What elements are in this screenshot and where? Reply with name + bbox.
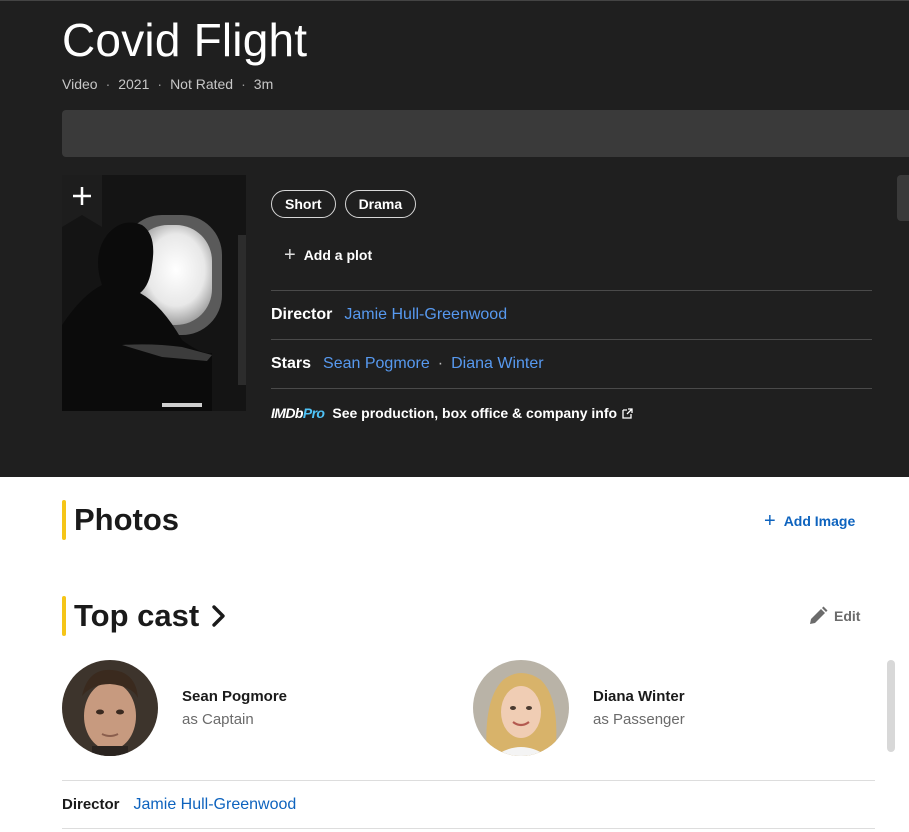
hero-section: Covid Flight Video · 2021 · Not Rated · … <box>0 0 909 477</box>
director-link[interactable]: Jamie Hull-Greenwood <box>134 796 297 814</box>
genre-chip-drama[interactable]: Drama <box>344 190 417 218</box>
cast-name[interactable]: Sean Pogmore <box>182 688 287 705</box>
page-title: Covid Flight <box>62 14 308 66</box>
director-link[interactable]: Jamie Hull-Greenwood <box>344 306 507 324</box>
plus-icon: + <box>284 244 296 266</box>
avatar[interactable] <box>473 660 569 756</box>
cast-role[interactable]: as Captain <box>182 711 287 728</box>
genre-chip-short[interactable]: Short <box>271 190 336 218</box>
director-label: Director <box>271 306 333 323</box>
meta-runtime: 3m <box>253 76 274 92</box>
meta-type: Video <box>62 76 98 92</box>
edit-button[interactable]: Edit <box>808 606 860 626</box>
top-cast-header[interactable]: Top cast <box>62 596 227 636</box>
add-plot-label: Add a plot <box>303 247 373 263</box>
plus-icon: + <box>764 510 776 532</box>
add-image-button[interactable]: + Add Image <box>764 510 856 532</box>
top-cast-title: Top cast <box>74 598 200 633</box>
stars-credit: Stars Sean Pogmore · Diana Winter <box>271 339 872 388</box>
media-bar <box>62 110 909 157</box>
section-accent-bar <box>62 596 66 636</box>
cast-name[interactable]: Diana Winter <box>593 688 685 705</box>
section-accent-bar <box>62 500 66 540</box>
principal-credits: Director Jamie Hull-Greenwood Stars Sean… <box>271 290 872 437</box>
add-image-label: Add Image <box>783 513 856 529</box>
watchlist-ribbon[interactable] <box>62 175 102 227</box>
edit-label: Edit <box>834 608 861 624</box>
star-link[interactable]: Sean Pogmore <box>323 355 430 373</box>
stars-label: Stars <box>271 355 312 372</box>
imdbpro-logo: IMDbPro <box>271 405 325 421</box>
director-credit: Director Jamie Hull-Greenwood <box>271 290 872 339</box>
avatar[interactable] <box>62 660 158 756</box>
add-plot-button[interactable]: + Add a plot <box>284 244 373 266</box>
meta-dot: · <box>157 76 163 92</box>
meta-year[interactable]: 2021 <box>118 76 149 92</box>
director-label: Director <box>62 796 120 813</box>
separator-dot: · <box>437 355 444 372</box>
meta-dot: · <box>105 76 111 92</box>
meta-dot: · <box>241 76 246 92</box>
cast-info: Sean Pogmore as Captain <box>182 688 287 728</box>
external-link-icon <box>622 407 633 419</box>
chevron-right-icon <box>212 605 225 627</box>
star-link[interactable]: Diana Winter <box>451 355 543 373</box>
photos-title: Photos <box>74 502 180 537</box>
cast-scrollbar[interactable] <box>887 660 895 752</box>
director-credit-row: Director Jamie Hull-Greenwood <box>62 780 875 829</box>
cast-item[interactable]: Sean Pogmore as Captain <box>62 660 287 756</box>
meta-rating[interactable]: Not Rated <box>170 76 233 92</box>
next-media-handle[interactable] <box>897 175 909 221</box>
imdbpro-link[interactable]: IMDbPro See production, box office & com… <box>271 388 872 437</box>
genre-chips: Short Drama <box>271 190 417 218</box>
cast-role[interactable]: as Passenger <box>593 711 685 728</box>
cast-info: Diana Winter as Passenger <box>593 688 685 728</box>
imdbpro-text: See production, box office & company inf… <box>332 405 618 421</box>
photos-header: Photos <box>62 500 179 540</box>
cast-item[interactable]: Diana Winter as Passenger <box>473 660 685 756</box>
title-meta: Video · 2021 · Not Rated · 3m <box>62 76 273 92</box>
pencil-icon <box>810 606 828 624</box>
